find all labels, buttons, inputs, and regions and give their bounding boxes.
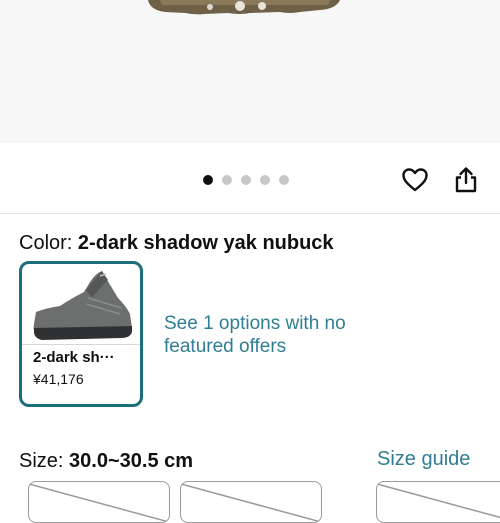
selected-color-value: 2-dark shadow yak nubuck — [77, 232, 334, 254]
selected-size-value: 30.0~30.5 cm — [69, 450, 194, 472]
shoe-thumbnail — [33, 271, 132, 340]
gallery-dot[interactable] — [279, 175, 289, 185]
gallery-dot[interactable] — [222, 175, 232, 185]
swatch-divider — [22, 344, 140, 345]
size-label-prefix: Size: — [19, 450, 64, 472]
swatch-color-name: 2-dark sh··· — [33, 349, 115, 366]
color-swatch-selected[interactable]: 2-dark sh··· ¥41,176 — [19, 261, 143, 407]
size-option[interactable] — [180, 481, 322, 523]
color-label: Color: 2-dark shadow yak nubuck — [19, 230, 334, 256]
gallery-dot[interactable] — [260, 175, 270, 185]
gallery-dot-active[interactable] — [203, 175, 213, 185]
size-guide-link[interactable]: Size guide — [377, 446, 470, 472]
color-label-prefix: Color: — [19, 232, 73, 254]
product-image[interactable] — [0, 0, 500, 143]
size-option[interactable] — [28, 481, 170, 523]
shoe-sole-image — [148, 0, 340, 15]
size-option[interactable] — [376, 481, 500, 523]
unavailable-strike-icon — [29, 483, 169, 522]
see-options-link[interactable]: See 1 options with no featured offers — [164, 312, 364, 358]
gallery-dot[interactable] — [241, 175, 251, 185]
unavailable-strike-icon — [181, 483, 321, 522]
share-icon[interactable] — [452, 166, 480, 194]
size-label: Size: 30.0~30.5 cm — [19, 448, 193, 474]
heart-icon[interactable] — [401, 166, 429, 194]
swatch-price: ¥41,176 — [33, 371, 84, 387]
gallery-pagination[interactable] — [203, 175, 289, 187]
unavailable-strike-icon — [377, 483, 500, 519]
